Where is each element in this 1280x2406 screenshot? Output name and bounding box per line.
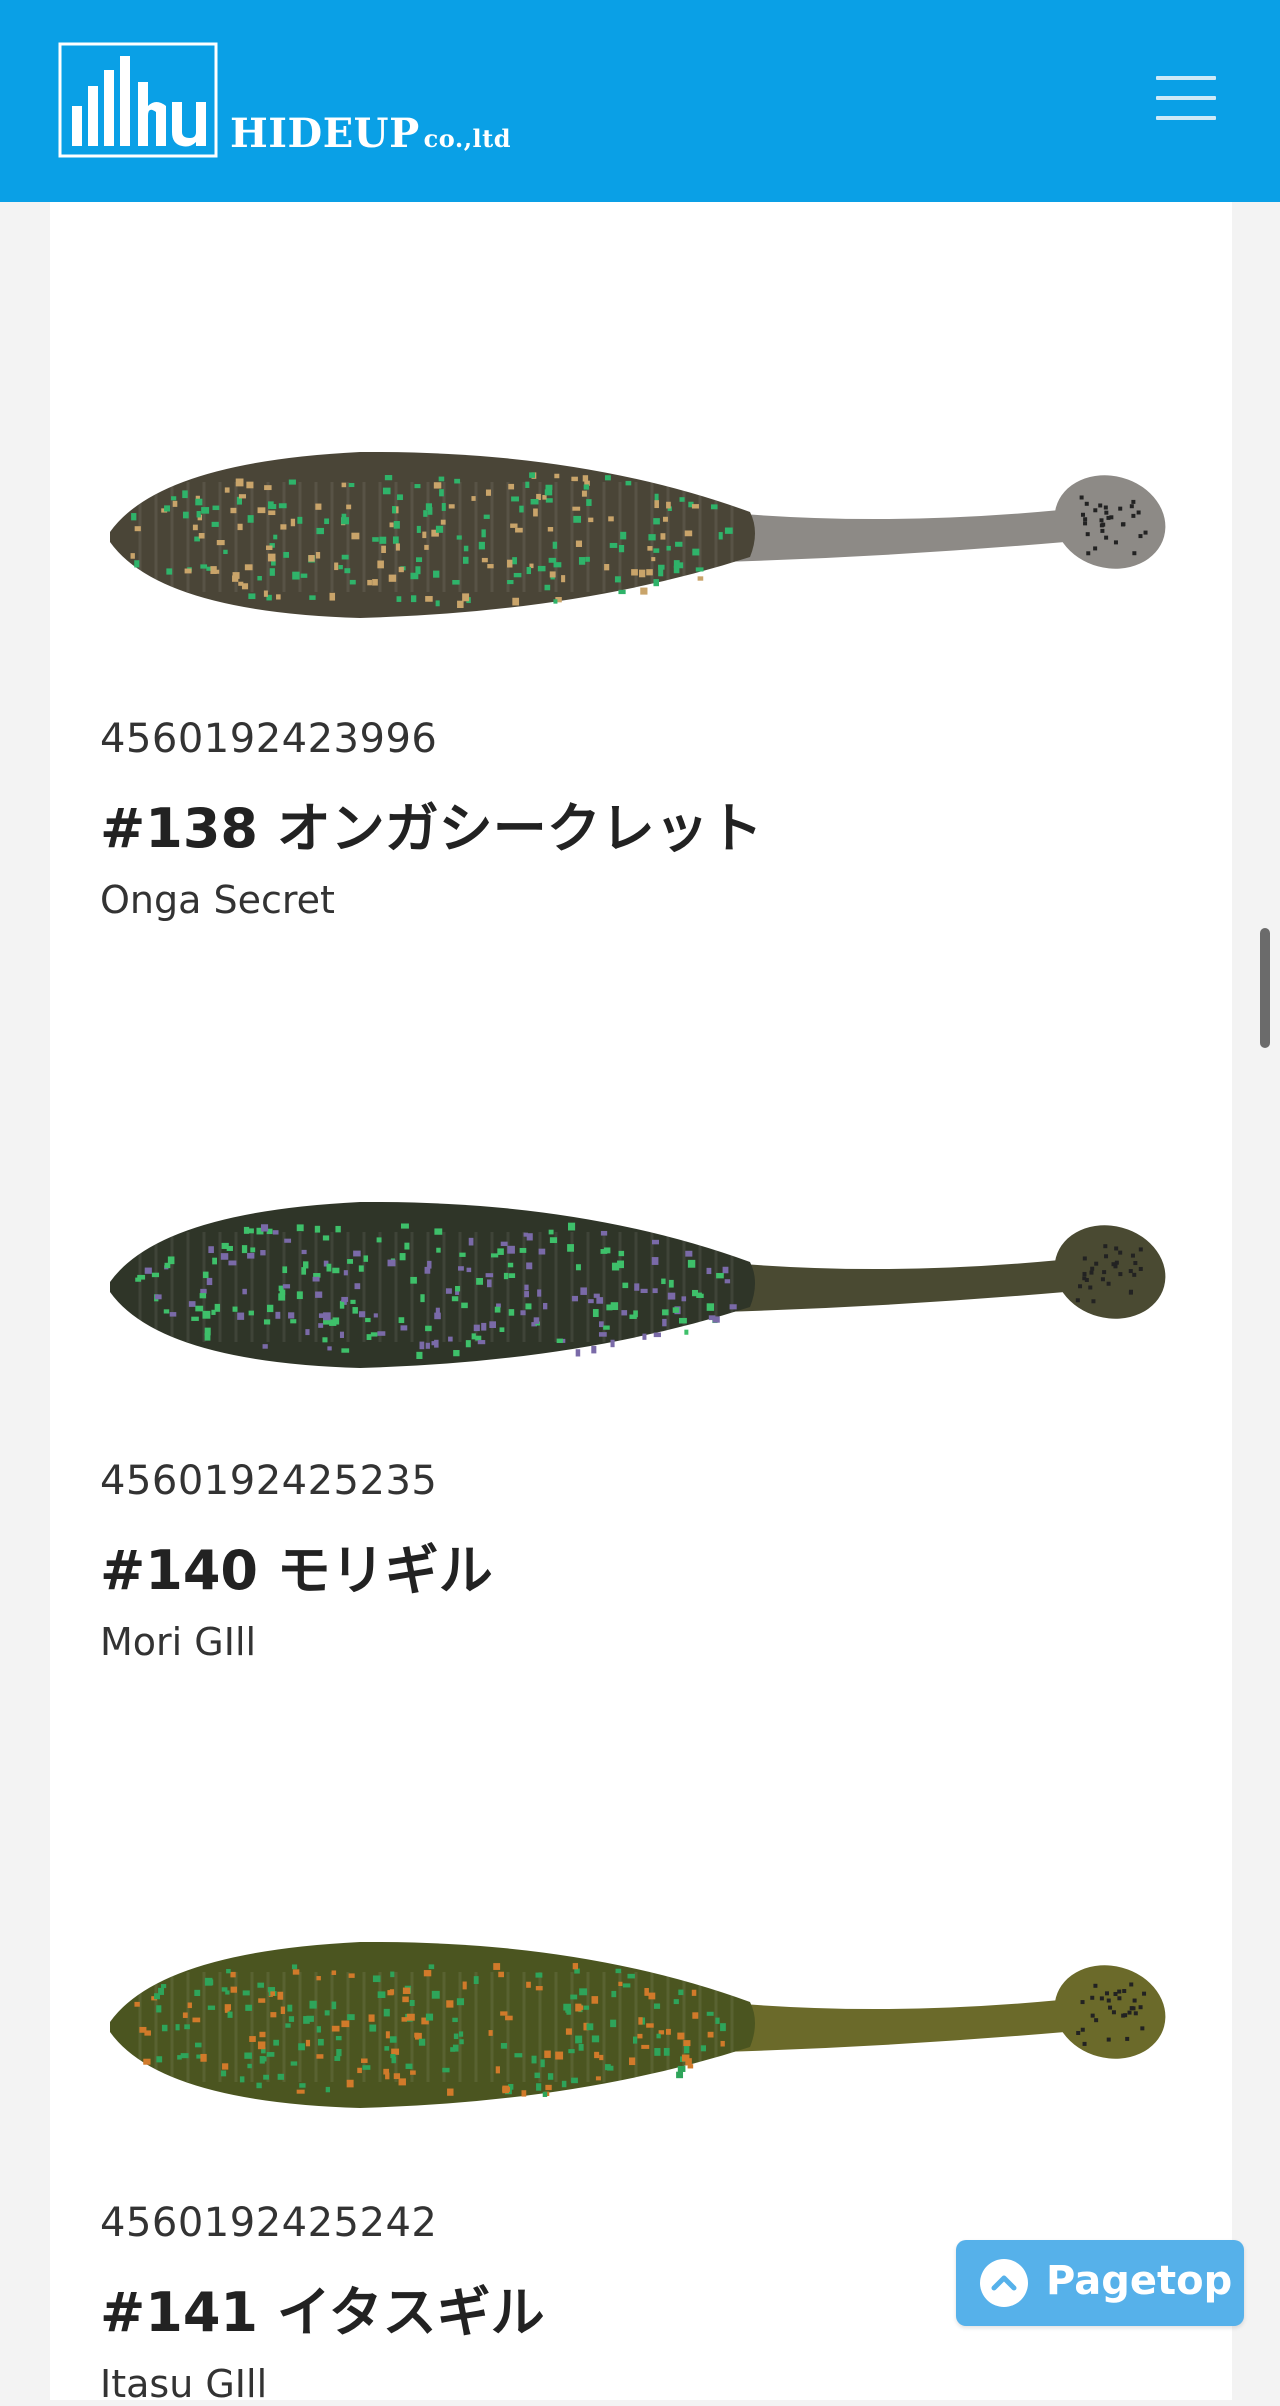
brand-name: HIDEUP [230,110,420,157]
lure-image [110,1941,1166,2108]
hamburger-line [1156,116,1216,120]
pagetop-button[interactable]: Pagetop [956,2240,1244,2326]
hamburger-line [1156,96,1216,100]
brand-suffix: co.,ltd [423,124,512,153]
logo-mark-icon [58,42,218,158]
brand-logo[interactable] [58,42,218,162]
site-header: HIDEUP co.,ltd [0,0,1280,202]
scrollbar-thumb[interactable] [1260,928,1270,1048]
brand-wordmark: HIDEUP co.,ltd [230,110,511,157]
lure-image [110,1201,1166,1368]
product-list: 4560192423996 #138 オンガシークレット Onga Secret… [50,202,1232,2406]
product-name[interactable]: #141 イタスギル [100,2268,545,2347]
hamburger-menu-button[interactable] [1148,70,1220,126]
product-name-en: Itasu GIll [100,2362,268,2406]
chevron-up-circle-icon [980,2259,1028,2307]
product-jan: 4560192425235 [100,1458,438,1504]
product-name[interactable]: #138 オンガシークレット [100,784,763,863]
product-name-en: Onga Secret [100,878,335,922]
hamburger-line [1156,76,1216,80]
lure-image [110,451,1166,618]
pagetop-label: Pagetop [1046,2258,1233,2304]
product-name-en: Mori GIll [100,1620,257,1664]
product-jan: 4560192425242 [100,2200,438,2246]
product-name[interactable]: #140 モリギル [100,1526,493,1605]
product-jan: 4560192423996 [100,716,438,762]
